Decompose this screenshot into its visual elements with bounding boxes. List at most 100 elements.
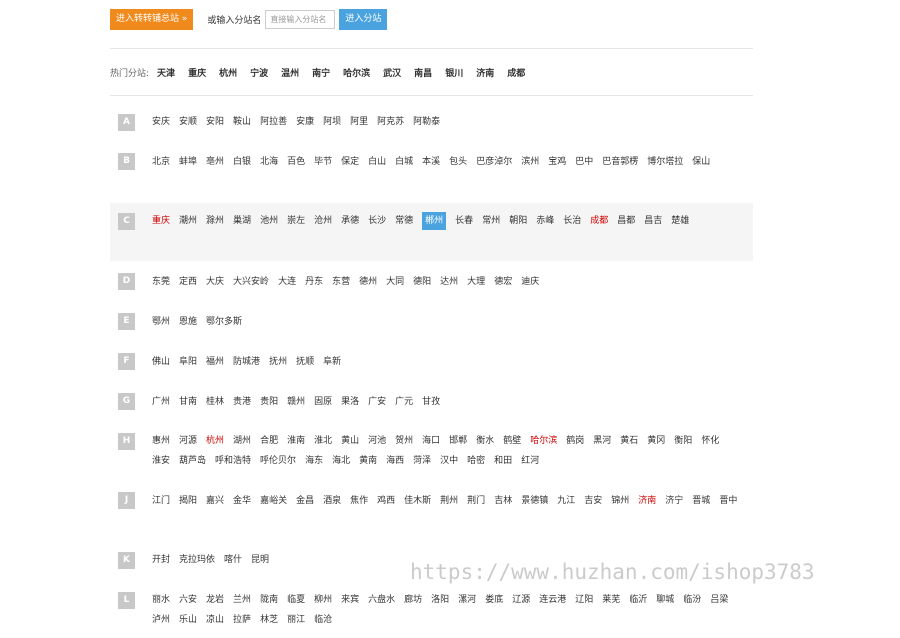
city-link[interactable]: 衡阳 <box>674 431 692 451</box>
city-link[interactable]: 重庆 <box>152 211 170 231</box>
city-link[interactable]: 汉中 <box>440 451 458 471</box>
city-link[interactable]: 鄂尔多斯 <box>206 312 242 332</box>
city-link[interactable]: 克拉玛依 <box>179 550 215 570</box>
hot-city-link[interactable]: 杭州 <box>219 66 237 79</box>
city-link[interactable]: 海口 <box>422 431 440 451</box>
city-link[interactable]: 鞍山 <box>233 112 251 132</box>
city-link[interactable]: 毕节 <box>314 152 332 172</box>
city-link[interactable]: 承德 <box>341 211 359 231</box>
city-link[interactable]: 晋城 <box>692 491 710 511</box>
city-link[interactable]: 辽阳 <box>575 590 593 610</box>
hot-city-link[interactable]: 南昌 <box>414 66 432 79</box>
city-link[interactable]: 荆州 <box>440 491 458 511</box>
city-link[interactable]: 晋中 <box>719 491 737 511</box>
city-link[interactable]: 郴州 <box>422 212 447 230</box>
city-link[interactable]: 陇南 <box>260 590 278 610</box>
city-link[interactable]: 怀化 <box>701 431 719 451</box>
city-link[interactable]: 海东 <box>305 451 323 471</box>
hot-city-link[interactable]: 宁波 <box>250 66 268 79</box>
city-link[interactable]: 柳州 <box>314 590 332 610</box>
city-link[interactable]: 鄂州 <box>152 312 170 332</box>
city-link[interactable]: 大庆 <box>206 272 224 292</box>
city-link[interactable]: 崇左 <box>287 211 305 231</box>
hot-city-link[interactable]: 天津 <box>157 66 175 79</box>
city-link[interactable]: 和田 <box>494 451 512 471</box>
city-link[interactable]: 临沂 <box>629 590 647 610</box>
hot-city-link[interactable]: 成都 <box>507 66 525 79</box>
city-link[interactable]: 潮州 <box>179 211 197 231</box>
city-link[interactable]: 果洛 <box>341 392 359 412</box>
city-link[interactable]: 六安 <box>179 590 197 610</box>
city-link[interactable]: 黄南 <box>359 451 377 471</box>
city-link[interactable]: 临沧 <box>314 610 332 630</box>
city-link[interactable]: 保山 <box>692 152 710 172</box>
city-link[interactable]: 海西 <box>386 451 404 471</box>
city-link[interactable]: 大连 <box>278 272 296 292</box>
city-link[interactable]: 红河 <box>521 451 539 471</box>
city-link[interactable]: 呼伦贝尔 <box>260 451 296 471</box>
city-link[interactable]: 漯河 <box>458 590 476 610</box>
city-link[interactable]: 林芝 <box>260 610 278 630</box>
city-link[interactable]: 揭阳 <box>179 491 197 511</box>
city-link[interactable]: 长治 <box>563 211 581 231</box>
city-link[interactable]: 呼和浩特 <box>215 451 251 471</box>
city-link[interactable]: 阜阳 <box>179 352 197 372</box>
city-link[interactable]: 乐山 <box>179 610 197 630</box>
city-link[interactable]: 吉安 <box>584 491 602 511</box>
city-link[interactable]: 鹤岗 <box>566 431 584 451</box>
city-link[interactable]: 黄石 <box>620 431 638 451</box>
city-link[interactable]: 廊坊 <box>404 590 422 610</box>
city-link[interactable]: 嘉峪关 <box>260 491 287 511</box>
enter-substation-button[interactable]: 进入分站 <box>339 9 388 30</box>
city-link[interactable]: 莱芜 <box>602 590 620 610</box>
city-link[interactable]: 常州 <box>482 211 500 231</box>
city-link[interactable]: 滨州 <box>521 152 539 172</box>
city-link[interactable]: 洛阳 <box>431 590 449 610</box>
city-link[interactable]: 湖州 <box>233 431 251 451</box>
substation-search-input[interactable] <box>265 10 336 29</box>
city-link[interactable]: 哈尔滨 <box>530 431 557 451</box>
city-link[interactable]: 博尔塔拉 <box>647 152 683 172</box>
city-link[interactable]: 贵阳 <box>260 392 278 412</box>
city-link[interactable]: 丽江 <box>287 610 305 630</box>
city-link[interactable]: 百色 <box>287 152 305 172</box>
city-link[interactable]: 本溪 <box>422 152 440 172</box>
city-link[interactable]: 阿拉善 <box>260 112 287 132</box>
city-link[interactable]: 阿勒泰 <box>413 112 440 132</box>
city-link[interactable]: 佳木斯 <box>404 491 431 511</box>
city-link[interactable]: 赤峰 <box>536 211 554 231</box>
city-link[interactable]: 桂林 <box>206 392 224 412</box>
city-link[interactable]: 抚州 <box>269 352 287 372</box>
city-link[interactable]: 朝阳 <box>509 211 527 231</box>
city-link[interactable]: 常德 <box>395 211 413 231</box>
city-link[interactable]: 兰州 <box>233 590 251 610</box>
city-link[interactable]: 济南 <box>638 491 656 511</box>
city-link[interactable]: 白银 <box>233 152 251 172</box>
city-link[interactable]: 巴音郭楞 <box>602 152 638 172</box>
city-link[interactable]: 阿克苏 <box>377 112 404 132</box>
city-link[interactable]: 河池 <box>368 431 386 451</box>
city-link[interactable]: 哈密 <box>467 451 485 471</box>
city-link[interactable]: 阿里 <box>350 112 368 132</box>
city-link[interactable]: 黄山 <box>341 431 359 451</box>
city-link[interactable]: 阜新 <box>323 352 341 372</box>
city-link[interactable]: 鹤壁 <box>503 431 521 451</box>
city-link[interactable]: 拉萨 <box>233 610 251 630</box>
city-link[interactable]: 达州 <box>440 272 458 292</box>
city-link[interactable]: 巴彦淖尔 <box>476 152 512 172</box>
city-link[interactable]: 惠州 <box>152 431 170 451</box>
city-link[interactable]: 安康 <box>296 112 314 132</box>
city-link[interactable]: 长沙 <box>368 211 386 231</box>
city-link[interactable]: 东莞 <box>152 272 170 292</box>
city-link[interactable]: 杭州 <box>206 431 224 451</box>
city-link[interactable]: 甘孜 <box>422 392 440 412</box>
city-link[interactable]: 昌吉 <box>644 211 662 231</box>
city-link[interactable]: 海北 <box>332 451 350 471</box>
city-link[interactable]: 白山 <box>368 152 386 172</box>
city-link[interactable]: 黑河 <box>593 431 611 451</box>
city-link[interactable]: 衡水 <box>476 431 494 451</box>
city-link[interactable]: 来宾 <box>341 590 359 610</box>
city-link[interactable]: 池州 <box>260 211 278 231</box>
city-link[interactable]: 贺州 <box>395 431 413 451</box>
city-link[interactable]: 昆明 <box>251 550 269 570</box>
